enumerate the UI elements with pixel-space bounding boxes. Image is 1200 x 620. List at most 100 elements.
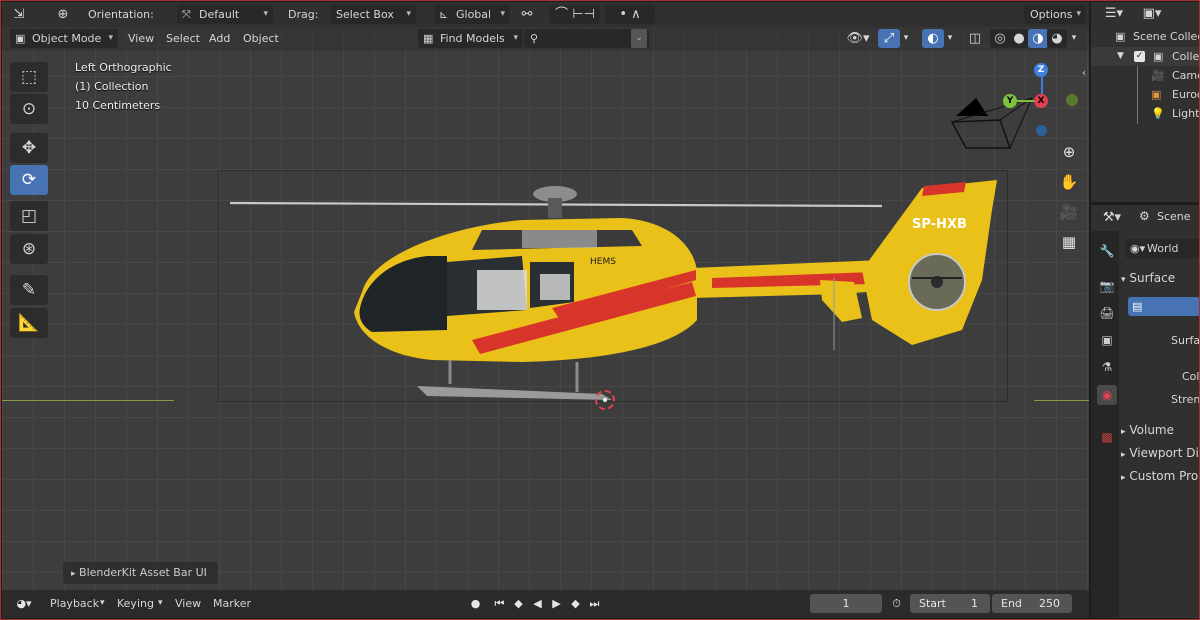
sidebar-toggle-icon[interactable]: ‹ — [1078, 64, 1089, 83]
output-tab-icon[interactable]: 🖨 — [1097, 303, 1117, 323]
orientation-dropdown[interactable]: ⤧ Default ▾ — [177, 5, 273, 24]
tool-tab-icon[interactable]: 🔧 — [1097, 241, 1117, 261]
texture-tab-icon[interactable]: ▩ — [1097, 427, 1117, 447]
viewport-display-section[interactable]: ▸ Viewport Display — [1121, 444, 1200, 464]
cursor-tool[interactable]: ⊙ — [10, 94, 48, 124]
transform-space-dropdown[interactable]: ⊾ Global ▾ — [434, 5, 510, 24]
select-box-tool[interactable]: ⬚ — [10, 62, 48, 92]
end-frame-field[interactable]: End 250 — [992, 594, 1072, 613]
checkbox-icon[interactable]: ✓ — [1134, 51, 1145, 62]
menu-add[interactable]: Add — [209, 29, 230, 48]
world-tab-icon[interactable]: ◉ — [1097, 385, 1117, 405]
current-frame-field[interactable]: 1 — [810, 594, 882, 613]
surface-field-label: Surface — [1171, 334, 1200, 347]
chevron-down-icon: ▾ — [263, 9, 268, 19]
grid-scale: 10 Centimeters — [75, 99, 161, 112]
play-reverse-icon[interactable]: ◀ — [528, 594, 547, 613]
menu-object[interactable]: Object — [243, 29, 279, 48]
render-tab-icon[interactable]: 📷 — [1097, 276, 1117, 296]
axis-y-icon[interactable]: Y — [1003, 94, 1017, 108]
shading-wireframe-icon[interactable]: ◎ — [990, 29, 1010, 48]
properties-header: ⚒▾ ⚙ Scene — [1091, 205, 1200, 231]
preview-range-icon[interactable]: ⏱ — [887, 594, 906, 613]
jump-prev-keyframe-icon[interactable]: ◆ — [509, 594, 528, 613]
shading-rendered-icon[interactable]: ◕ — [1047, 29, 1067, 48]
scene-tab-icon[interactable]: ⚗ — [1097, 357, 1117, 377]
surface-section[interactable]: ▾ Surface — [1121, 269, 1200, 289]
display-mode-icon[interactable]: ▣▾ — [1137, 4, 1167, 23]
blenderkit-asset-bar[interactable]: ▸ BlenderKit Asset Bar UI — [63, 562, 218, 584]
options-dropdown[interactable]: Options ▾ — [1024, 5, 1086, 24]
move-tool[interactable]: ✥ — [10, 133, 48, 163]
3d-viewport[interactable]: HEMS SP-HXB ⇲ ⊕ Orientation: ⤧ Default ▾… — [2, 2, 1089, 590]
orientation-label: Orientation: — [88, 8, 154, 21]
zoom-icon[interactable]: ⊕ — [1057, 140, 1081, 164]
overlays-dropdown-icon[interactable]: ▾ — [943, 29, 957, 48]
helicopter-model[interactable]: HEMS SP-HXB — [222, 170, 1012, 410]
rotate-tool[interactable]: ⟳ — [10, 165, 48, 195]
start-frame-field[interactable]: Start 1 — [910, 594, 990, 613]
custom-properties-section-label: Custom Properties — [1129, 469, 1200, 483]
mode-dropdown[interactable]: ▣ Object Mode ▾ — [10, 29, 118, 48]
measure-tool[interactable]: 📐 — [10, 308, 48, 338]
shading-solid-icon[interactable]: ● — [1009, 29, 1029, 48]
editor-type-icon[interactable]: ◕▾ — [10, 594, 38, 613]
world-icon: ◉▾ — [1130, 242, 1146, 255]
ortho-grid-icon[interactable]: ▦ — [1057, 230, 1081, 254]
find-models-dropdown[interactable]: ▦ Find Models ▾ — [418, 29, 523, 48]
shading-material-icon[interactable]: ◑ — [1028, 29, 1048, 48]
clear-search-icon[interactable]: ⌄ — [631, 29, 647, 48]
drag-dropdown[interactable]: Select Box ▾ — [330, 5, 416, 24]
jump-start-icon[interactable]: ⏮ — [490, 594, 509, 613]
pan-hand-icon[interactable]: ✋ — [1057, 170, 1081, 194]
outliner-item-light[interactable]: 💡 Light — [1091, 104, 1200, 123]
timeline-menu-marker[interactable]: Marker — [213, 594, 251, 613]
snap-icon[interactable]: ⌒ ⊢⊣ — [550, 5, 600, 24]
horizon-line-right — [1034, 400, 1089, 401]
xray-toggle-icon[interactable]: ◫ — [964, 29, 986, 48]
visibility-icon[interactable]: 👁▾ — [844, 29, 872, 48]
axis-z-icon[interactable]: Z — [1034, 63, 1048, 77]
editor-type-icon[interactable]: ☰▾ — [1099, 4, 1129, 23]
jump-next-keyframe-icon[interactable]: ◆ — [566, 594, 585, 613]
outliner-item-label: Light — [1172, 107, 1200, 120]
gizmo-dropdown-icon[interactable]: ▾ — [899, 29, 913, 48]
pivot-point-icon[interactable]: ⚯ — [516, 5, 538, 24]
gizmo-toggle-icon[interactable]: ⤢ — [878, 29, 900, 48]
play-icon[interactable]: ▶ — [547, 594, 566, 613]
world-selector[interactable]: ◉▾ World — [1125, 239, 1200, 258]
axis-neg-y-icon[interactable] — [1066, 94, 1078, 106]
custom-properties-section[interactable]: ▸ Custom Properties — [1121, 467, 1200, 487]
orientation-gizmo-icon[interactable]: ⊕ — [52, 5, 74, 24]
timeline-menu-view[interactable]: View — [175, 594, 201, 613]
light-icon: 💡 — [1151, 107, 1165, 120]
disclosure-triangle-icon[interactable]: ▼ — [1117, 47, 1124, 66]
timeline-menu-playback[interactable]: Playback — [50, 594, 99, 613]
overlays-toggle-icon[interactable]: ◐ — [922, 29, 944, 48]
menu-select[interactable]: Select — [166, 29, 200, 48]
menu-view[interactable]: View — [128, 29, 154, 48]
proportional-editing-icon[interactable]: • ∧ — [605, 5, 655, 24]
outliner-item-eurocopter[interactable]: ▣ Eurocopter — [1091, 85, 1200, 104]
volume-section[interactable]: ▸ Volume — [1121, 421, 1200, 441]
chevron-down-icon: ▾ — [513, 33, 518, 43]
search-input[interactable]: ⚲ ⌄ — [524, 29, 649, 48]
view-layer-tab-icon[interactable]: ▣ — [1097, 330, 1117, 350]
transform-pivot-icon[interactable]: ⇲ — [8, 5, 30, 24]
record-keyframes-icon[interactable]: ● — [466, 594, 485, 613]
outliner-item-collection[interactable]: ▼ ✓ ▣ Collection — [1091, 47, 1200, 66]
axis-neg-z-icon[interactable] — [1036, 125, 1047, 136]
outliner-item-camera[interactable]: 🎥 Camera — [1091, 66, 1200, 124]
jump-end-icon[interactable]: ⏭ — [585, 594, 604, 613]
axis-x-icon[interactable]: X — [1034, 94, 1048, 108]
annotate-tool[interactable]: ✎ — [10, 275, 48, 305]
transform-tool[interactable]: ⊛ — [10, 234, 48, 264]
scale-tool[interactable]: ◰ — [10, 201, 48, 231]
surface-node-button[interactable]: ▤ — [1128, 297, 1200, 316]
editor-type-icon[interactable]: ⚒▾ — [1097, 208, 1127, 227]
object-mode-icon: ▣ — [15, 32, 26, 45]
outliner-scene-collection[interactable]: ▣ Scene Collection — [1091, 27, 1200, 46]
timeline-menu-keying[interactable]: Keying — [117, 594, 154, 613]
camera-view-icon[interactable]: 🎥 — [1057, 200, 1081, 224]
shading-dropdown-icon[interactable]: ▾ — [1067, 29, 1081, 48]
